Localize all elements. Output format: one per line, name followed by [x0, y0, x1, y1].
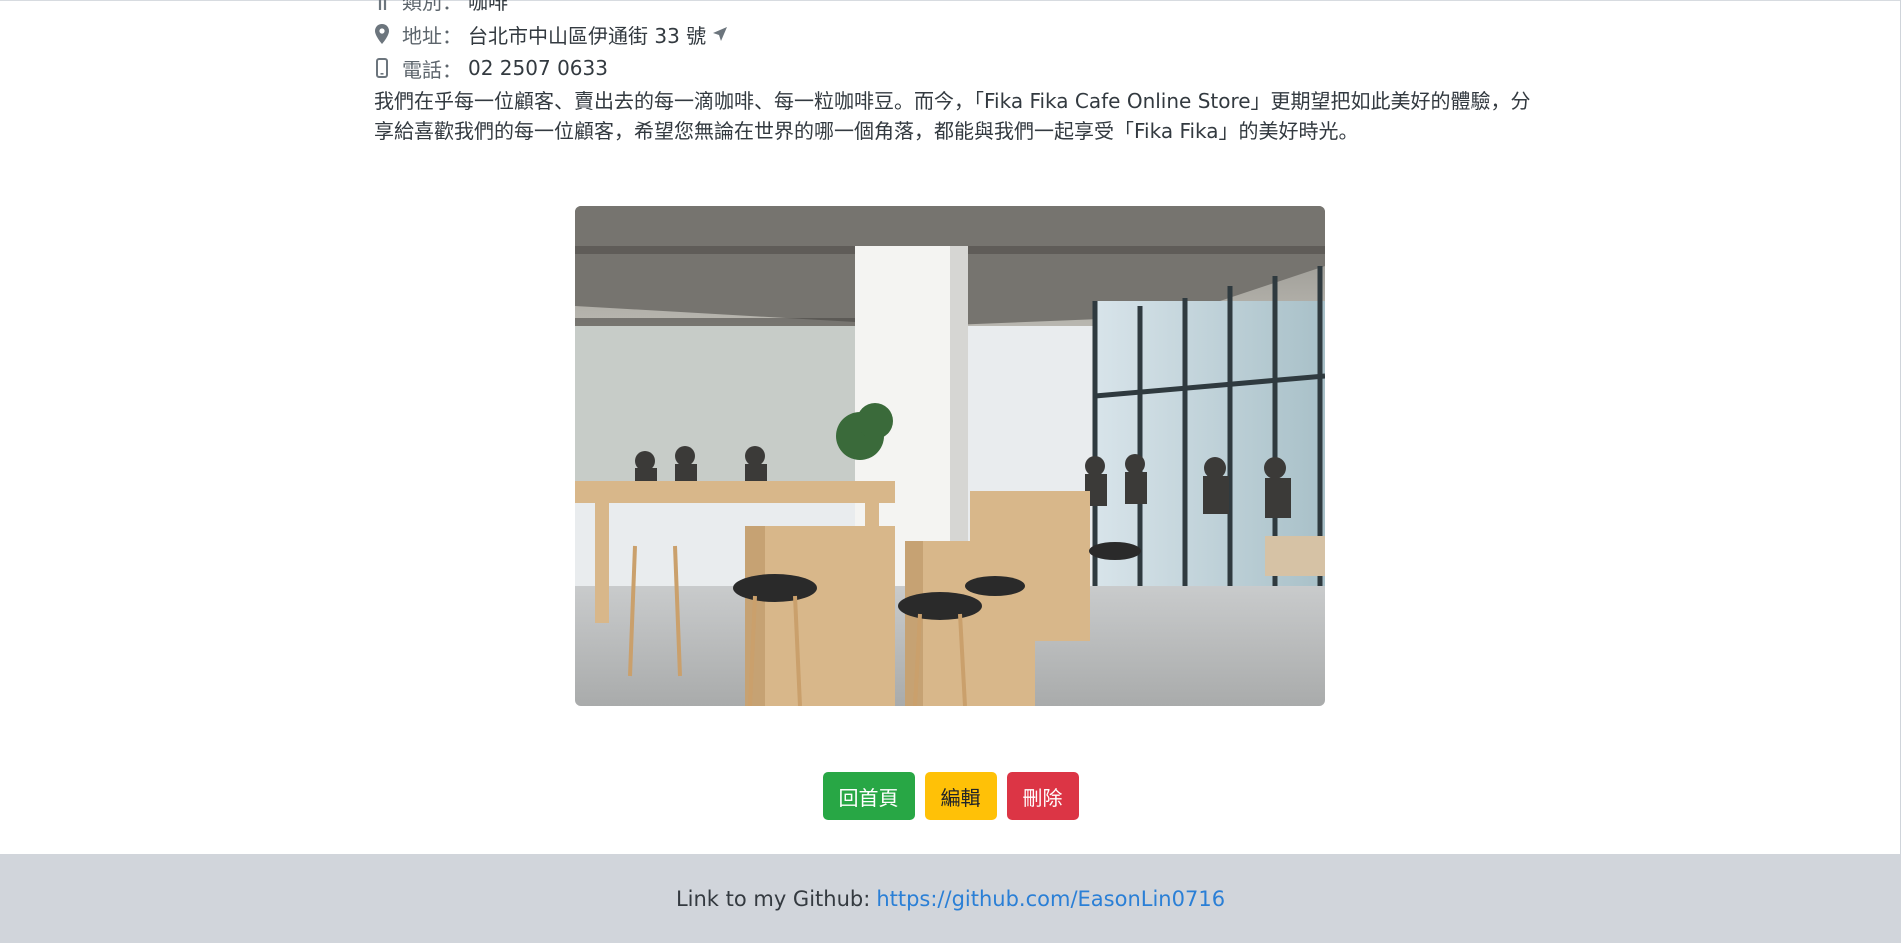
map-marker-icon: [374, 23, 390, 45]
description-text: 我們在乎每一位顧客、賣出去的每一滴咖啡、每一粒咖啡豆。而今，「Fika Fika…: [374, 89, 1531, 143]
footer: Link to my Github: https://github.com/Ea…: [0, 854, 1901, 943]
category-value: 咖啡: [468, 0, 508, 14]
mobile-phone-icon: [374, 57, 390, 79]
footer-text: Link to my Github:: [675, 886, 871, 911]
utensils-icon: [374, 0, 390, 11]
location-arrow-icon[interactable]: [712, 26, 728, 42]
phone-value: 02 2507 0633: [468, 56, 608, 80]
phone-label: 電話：: [402, 57, 462, 82]
delete-button[interactable]: 刪除: [1006, 772, 1079, 820]
category-row: 類別： 咖啡: [374, 0, 1534, 17]
phone-row: 電話： 02 2507 0633: [374, 51, 1534, 85]
action-buttons: 回首頁 編輯 刪除: [0, 772, 1901, 820]
restaurant-info: 類別： 咖啡 地址： 台北市中山區伊通街 33 號 電話： 02 2507 06…: [374, 0, 1534, 85]
address-value: 台北市中山區伊通街 33 號: [468, 23, 707, 48]
cafe-interior-photo: [575, 206, 1325, 706]
address-row: 地址： 台北市中山區伊通街 33 號: [374, 17, 1534, 51]
edit-button[interactable]: 編輯: [924, 772, 997, 820]
category-label: 類別：: [402, 0, 462, 14]
home-button[interactable]: 回首頁: [822, 772, 915, 820]
github-link[interactable]: https://github.com/EasonLin0716: [876, 887, 1225, 911]
address-label: 地址：: [402, 23, 462, 48]
page: 類別： 咖啡 地址： 台北市中山區伊通街 33 號 電話： 02 2507 06…: [0, 0, 1901, 943]
